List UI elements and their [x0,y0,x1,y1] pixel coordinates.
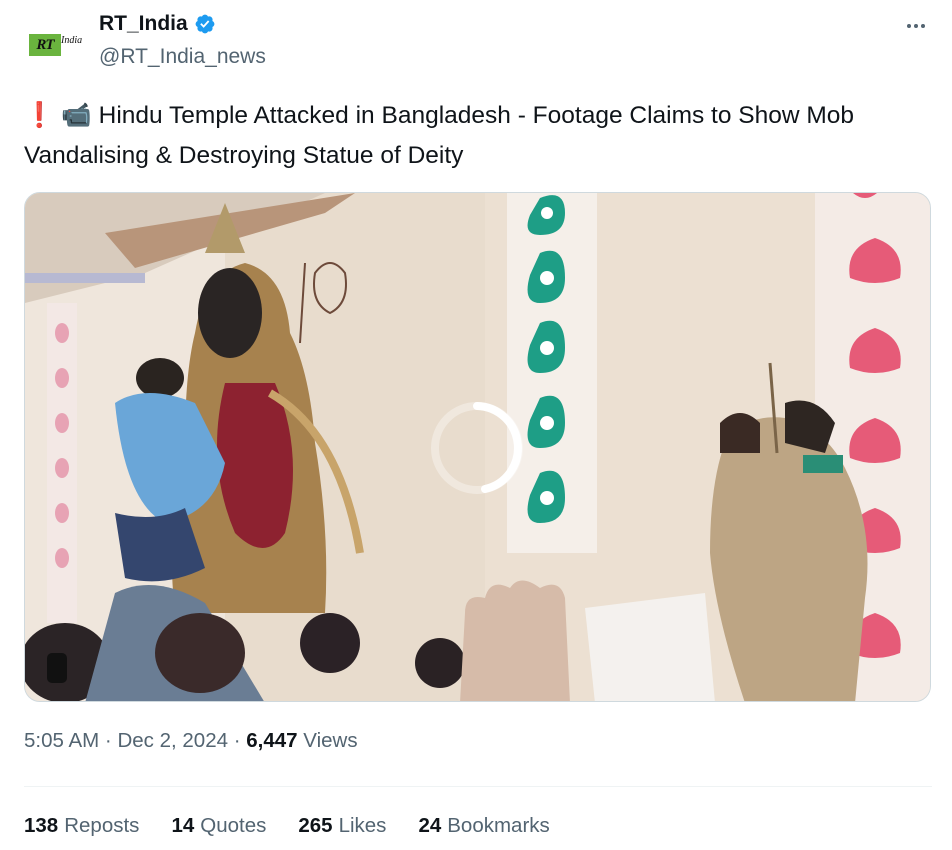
tweet-time[interactable]: 5:05 AM [24,729,99,752]
video-player[interactable] [24,192,931,702]
reposts-count: 138 [24,814,59,837]
tweet-date[interactable]: Dec 2, 2024 [117,729,228,752]
alert-emoji-icon: ❗ [24,102,55,129]
tweet-text: ❗ 📹 Hindu Temple Attacked in Bangladesh … [24,96,924,176]
meta-separator: · [104,729,112,752]
bookmarks-count: 24 [418,814,442,837]
quotes-count: 14 [171,814,195,837]
reposts-label: Reposts [64,814,140,837]
views-count: 6,447 [246,729,298,752]
rt-india-logo: RT India [27,31,85,61]
reposts-stat[interactable]: 138 Reposts [24,814,139,838]
quotes-label: Quotes [200,814,267,837]
more-dot-icon [914,24,918,28]
video-camera-emoji-icon: 📹 [61,102,92,129]
meta-separator: · [233,729,241,752]
views-label: Views [303,729,358,752]
bookmarks-label: Bookmarks [447,814,550,837]
bookmarks-stat[interactable]: 24 Bookmarks [418,814,549,838]
account-name-row: RT_India [99,12,216,36]
divider [24,786,932,787]
likes-label: Likes [338,814,387,837]
logo-india-text: India [61,35,83,46]
quotes-stat[interactable]: 14 Quotes [171,814,266,838]
more-dot-icon [921,24,925,28]
engagement-stats: 138 Reposts 14 Quotes 265 Likes 24 Bookmarks [24,814,550,838]
tweet-body: Hindu Temple Attacked in Bangladesh - Fo… [24,102,855,169]
likes-count: 265 [298,814,333,837]
video-frame [25,193,930,701]
tweet-meta: 5:05 AM · Dec 2, 2024 · 6,447 Views [24,729,358,753]
likes-stat[interactable]: 265 Likes [298,814,386,838]
verified-badge-icon [195,14,215,34]
more-dot-icon [907,24,911,28]
avatar[interactable]: RT India [24,14,88,78]
logo-rt-text: RT [29,34,61,56]
more-options-button[interactable] [900,12,932,40]
account-handle[interactable]: @RT_India_news [99,45,266,69]
display-name[interactable]: RT_India [99,12,188,36]
